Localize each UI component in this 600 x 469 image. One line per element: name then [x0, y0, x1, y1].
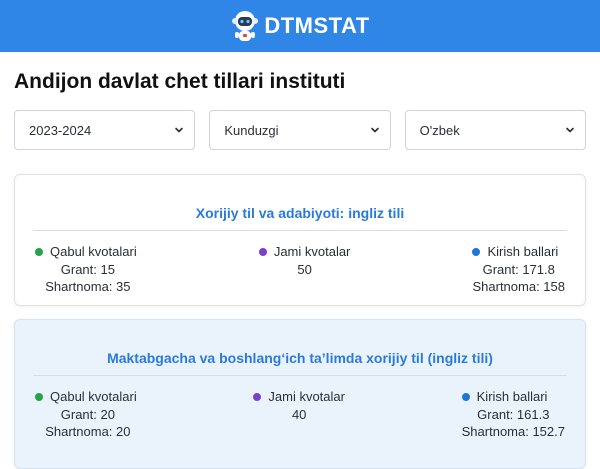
quota-stat: Qabul kvotalari Grant: 15 Shartnoma: 35 [35, 243, 137, 296]
score-dot-icon [472, 247, 481, 256]
year-select-value: 2023-2024 [29, 122, 92, 138]
total-label: Jami kvotalar [273, 244, 351, 259]
brand-logo-link[interactable]: DTMSTAT [230, 8, 369, 44]
year-select[interactable]: 2023-2024 [14, 110, 196, 150]
chevron-down-icon [566, 127, 574, 133]
score-contract: Shartnoma: 158 [472, 279, 565, 294]
total-dot-icon [253, 392, 262, 401]
quota-grant: Grant: 15 [60, 261, 115, 277]
quota-label: Qabul kvotalari [50, 389, 137, 404]
program-stats: Qabul kvotalari Grant: 20 Shartnoma: 20 … [15, 376, 585, 441]
filter-bar: 2023-2024 Kunduzgi O'zbek [14, 110, 586, 150]
quota-label: Qabul kvotalari [50, 244, 137, 259]
robot-mascot-icon [232, 11, 259, 41]
score-label: Kirish ballari [487, 244, 559, 259]
score-contract: Shartnoma: 152.7 [461, 424, 565, 439]
quota-contract: Shartnoma: 35 [45, 279, 131, 294]
chevron-down-icon [175, 127, 184, 133]
score-stat: Kirish ballari Grant: 171.8 Shartnoma: 1… [472, 243, 565, 296]
total-dot-icon [258, 247, 267, 256]
program-card[interactable]: Xorijiy til va adabiyoti: ingliz tili Qa… [14, 174, 586, 306]
quota-grant: Grant: 20 [60, 406, 115, 422]
total-quota-stat: Jami kvotalar 50 [258, 243, 351, 296]
total-label: Jami kvotalar [268, 389, 345, 404]
program-title[interactable]: Maktabgacha va boshlang‘ich ta’limda xor… [15, 320, 585, 375]
score-stat: Kirish ballari Grant: 161.3 Shartnoma: 1… [461, 388, 565, 441]
score-label: Kirish ballari [476, 389, 548, 404]
score-grant: Grant: 161.3 [477, 406, 550, 422]
brand-name: DTMSTAT [264, 13, 370, 38]
language-select-value: O'zbek [419, 122, 460, 138]
page-title: Andijon davlat chet tillari instituti [14, 70, 346, 93]
chevron-down-icon [370, 127, 379, 133]
total-value: 40 [291, 406, 307, 422]
quota-stat: Qabul kvotalari Grant: 20 Shartnoma: 20 [35, 388, 137, 441]
language-select[interactable]: O'zbek [404, 110, 586, 150]
score-grant: Grant: 171.8 [482, 261, 555, 277]
program-stats: Qabul kvotalari Grant: 15 Shartnoma: 35 … [15, 231, 585, 296]
quota-dot-icon [35, 392, 43, 401]
study-form-select[interactable]: Kunduzgi [209, 110, 391, 150]
study-form-select-value: Kunduzgi [224, 122, 279, 138]
top-navbar: DTMSTAT [0, 0, 600, 52]
program-card[interactable]: Maktabgacha va boshlang‘ich ta’limda xor… [14, 319, 586, 469]
program-title[interactable]: Xorijiy til va adabiyoti: ingliz tili [15, 175, 585, 230]
quota-dot-icon [35, 247, 43, 256]
score-dot-icon [461, 392, 470, 401]
total-quota-stat: Jami kvotalar 40 [253, 388, 345, 441]
quota-contract: Shartnoma: 20 [45, 424, 131, 439]
total-value: 50 [297, 261, 312, 277]
